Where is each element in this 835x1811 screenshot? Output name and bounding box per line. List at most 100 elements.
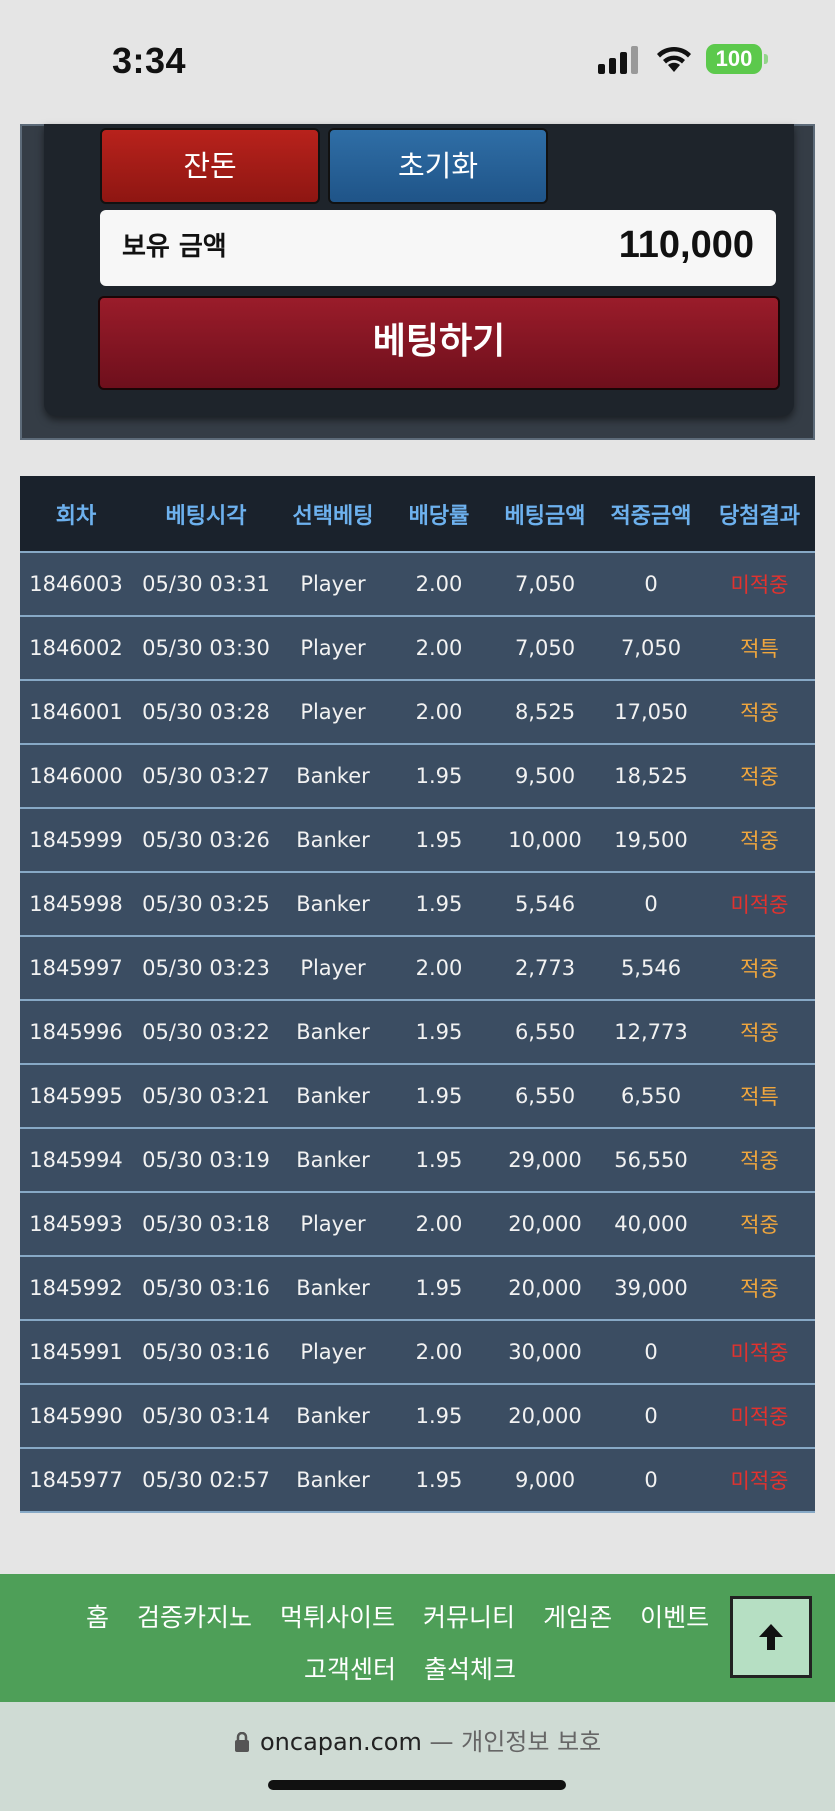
table-cell: Banker	[280, 1063, 386, 1128]
url-domain: oncapan.com	[260, 1728, 422, 1756]
place-bet-button[interactable]: 베팅하기	[98, 296, 780, 390]
table-cell: 1846002	[20, 615, 132, 680]
table-cell: 1846000	[20, 743, 132, 808]
table-cell: 05/30 03:16	[132, 1255, 280, 1320]
result-cell: 미적중	[704, 1383, 815, 1448]
footer-nav-link[interactable]: 홈	[86, 1603, 109, 1632]
table-cell: 8,525	[492, 679, 598, 744]
holding-amount-box: 보유 금액 110,000	[100, 210, 776, 286]
table-cell: 6,550	[492, 999, 598, 1064]
table-cell: 1.95	[386, 1447, 492, 1513]
table-cell: 1.95	[386, 1063, 492, 1128]
table-cell: 05/30 03:31	[132, 551, 280, 616]
table-cell: 18,525	[598, 743, 704, 808]
reset-button[interactable]: 초기화	[328, 128, 548, 204]
bet-history-table: 회차 베팅시각 선택베팅 배당률 베팅금액 적중금액 당첨결과 1846003 05/30 0…	[20, 476, 815, 1513]
table-cell: 1.95	[386, 999, 492, 1064]
home-indicator[interactable]	[268, 1780, 566, 1790]
wifi-icon	[657, 46, 691, 72]
table-cell: 1845997	[20, 935, 132, 1000]
table-cell: Banker	[280, 1447, 386, 1513]
result-cell: 적중	[704, 999, 815, 1064]
table-cell: 2,773	[492, 935, 598, 1000]
table-cell: Banker	[280, 1127, 386, 1192]
table-header-row: 회차 베팅시각 선택베팅 배당률 베팅금액 적중금액 당첨결과	[20, 476, 815, 552]
table-cell: 0	[598, 1319, 704, 1384]
table-cell: 12,773	[598, 999, 704, 1064]
table-cell: Banker	[280, 999, 386, 1064]
battery-icon: 100	[706, 44, 762, 74]
table-cell: 05/30 03:23	[132, 935, 280, 1000]
battery-tip	[764, 54, 768, 64]
table-cell: 2.00	[386, 1319, 492, 1384]
table-cell: 05/30 03:14	[132, 1383, 280, 1448]
result-cell: 적중	[704, 743, 815, 808]
table-row: 1845992 05/30 03:16 Banker 1.95 20,000 39,000…	[20, 1255, 815, 1320]
table-cell: 05/30 03:26	[132, 807, 280, 872]
footer-nav-link[interactable]: 먹튀사이트	[280, 1603, 395, 1632]
table-cell: 40,000	[598, 1191, 704, 1256]
table-cell: Player	[280, 1191, 386, 1256]
table-cell: 0	[598, 871, 704, 936]
table-cell: 20,000	[492, 1383, 598, 1448]
balance-button[interactable]: 잔돈	[100, 128, 320, 204]
browser-url-bar[interactable]: oncapan.com — 개인정보 보호	[0, 1702, 835, 1811]
table-cell: 1845994	[20, 1127, 132, 1192]
url-content: oncapan.com — 개인정보 보호	[234, 1722, 601, 1757]
footer-nav-link[interactable]: 고객센터	[304, 1655, 396, 1684]
table-cell: Player	[280, 615, 386, 680]
table-cell: 05/30 03:18	[132, 1191, 280, 1256]
table-row: 1845999 05/30 03:26 Banker 1.95 10,000 19,500…	[20, 807, 815, 872]
scroll-top-button[interactable]	[730, 1596, 812, 1678]
result-cell: 적중	[704, 1127, 815, 1192]
result-cell: 적중	[704, 807, 815, 872]
table-cell: 2.00	[386, 551, 492, 616]
footer-nav-link[interactable]: 이벤트	[640, 1603, 709, 1632]
table-cell: 05/30 03:19	[132, 1127, 280, 1192]
footer-nav-link[interactable]: 커뮤니티	[423, 1603, 515, 1632]
table-cell: 05/30 03:21	[132, 1063, 280, 1128]
table-cell: 5,546	[598, 935, 704, 1000]
table-header-cell: 선택베팅	[280, 476, 386, 552]
table-cell: Banker	[280, 807, 386, 872]
result-cell: 적중	[704, 679, 815, 744]
table-cell: 1845991	[20, 1319, 132, 1384]
table-row: 1845990 05/30 03:14 Banker 1.95 20,000 0 미적중	[20, 1383, 815, 1448]
footer-nav-link[interactable]: 출석체크	[424, 1655, 516, 1684]
footer-nav-row-2: 고객센터 출석체크	[0, 1650, 835, 1686]
table-cell: 1846003	[20, 551, 132, 616]
table-cell: 0	[598, 551, 704, 616]
table-cell: 1845995	[20, 1063, 132, 1128]
table-row: 1846003 05/30 03:31 Player 2.00 7,050 0 미적중	[20, 551, 815, 616]
table-cell: Banker	[280, 1255, 386, 1320]
table-cell: 9,500	[492, 743, 598, 808]
status-time: 3:34	[112, 40, 187, 81]
result-cell: 적중	[704, 1191, 815, 1256]
table-cell: 1845990	[20, 1383, 132, 1448]
footer-nav-link[interactable]: 검증카지노	[137, 1603, 252, 1632]
table-cell: 1845996	[20, 999, 132, 1064]
table-cell: 9,000	[492, 1447, 598, 1513]
table-cell: 2.00	[386, 615, 492, 680]
table-cell: Player	[280, 1319, 386, 1384]
signal-icon	[598, 46, 638, 74]
table-row: 1845995 05/30 03:21 Banker 1.95 6,550 6,550 적특	[20, 1063, 815, 1128]
table-row: 1846000 05/30 03:27 Banker 1.95 9,500 18,525 적…	[20, 743, 815, 808]
table-cell: 20,000	[492, 1191, 598, 1256]
table-cell: 2.00	[386, 679, 492, 744]
table-cell: 1845993	[20, 1191, 132, 1256]
table-row: 1846002 05/30 03:30 Player 2.00 7,050 7,050 적특	[20, 615, 815, 680]
table-row: 1845997 05/30 03:23 Player 2.00 2,773 5,546 적중	[20, 935, 815, 1000]
table-row: 1845993 05/30 03:18 Player 2.00 20,000 40,000…	[20, 1191, 815, 1256]
url-separator: —	[429, 1728, 454, 1756]
table-cell: 1845992	[20, 1255, 132, 1320]
table-cell: Banker	[280, 1383, 386, 1448]
table-cell: 05/30 03:28	[132, 679, 280, 744]
table-cell: 5,546	[492, 871, 598, 936]
result-cell: 적특	[704, 615, 815, 680]
lock-icon	[235, 1731, 249, 1752]
table-cell: Banker	[280, 871, 386, 936]
arrow-up-icon	[759, 1624, 783, 1650]
result-cell: 적중	[704, 935, 815, 1000]
footer-nav-link[interactable]: 게임존	[543, 1603, 612, 1632]
